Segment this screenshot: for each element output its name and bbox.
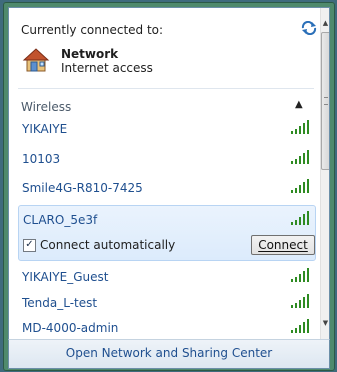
network-house-icon	[21, 45, 51, 75]
scrollbar-grip	[324, 97, 328, 105]
section-header-wireless: Wireless	[21, 100, 72, 114]
network-item-name: 10103	[22, 152, 61, 166]
network-item-name: YIKAIYE	[22, 122, 68, 136]
scrollbar-thumb[interactable]	[321, 32, 329, 170]
signal-strength-icon	[290, 178, 310, 197]
collapse-chevron-icon[interactable]: ▲	[295, 99, 303, 110]
signal-strength-icon	[290, 119, 310, 138]
open-network-sharing-center-link[interactable]: Open Network and Sharing Center	[8, 339, 330, 369]
network-item[interactable]: 10103	[18, 146, 314, 171]
divider	[18, 88, 314, 89]
signal-strength-icon	[290, 267, 310, 286]
scroll-up-arrow-icon[interactable]: ▲	[321, 16, 329, 30]
currently-connected-title: Currently connected to:	[21, 23, 164, 37]
signal-strength-icon	[290, 318, 310, 337]
connect-automatically-label: Connect automatically	[40, 238, 176, 252]
network-item[interactable]: Tenda_L-test	[18, 290, 314, 315]
signal-strength-icon	[290, 293, 310, 312]
vertical-scrollbar[interactable]: ▲ ▼	[320, 8, 329, 340]
signal-strength-icon	[290, 149, 310, 168]
network-item[interactable]: YIKAIYE	[18, 116, 314, 141]
selected-network-item[interactable]: CLARO_5e3f ✓ Connect automatically Conne…	[18, 205, 316, 261]
network-item[interactable]: MD-4000-admin	[18, 315, 314, 340]
network-item-name: MD-4000-admin	[22, 321, 119, 335]
refresh-icon[interactable]	[301, 20, 317, 36]
network-item-name: Tenda_L-test	[22, 296, 98, 310]
network-item-name: Smile4G-R810-7425	[22, 181, 143, 195]
network-item-name: YIKAIYE_Guest	[22, 270, 109, 284]
connected-network-name: Network	[61, 47, 119, 61]
signal-strength-icon	[290, 210, 310, 229]
connect-button[interactable]: Connect	[251, 235, 315, 255]
scroll-down-arrow-icon[interactable]: ▼	[321, 316, 329, 330]
network-flyout-panel: Currently connected to: Network Internet…	[8, 7, 330, 341]
network-item[interactable]: Smile4G-R810-7425	[18, 175, 314, 200]
network-item-name: CLARO_5e3f	[23, 213, 98, 227]
connected-network-status: Internet access	[61, 61, 153, 75]
network-item[interactable]: YIKAIYE_Guest	[18, 264, 314, 289]
connect-automatically-checkbox[interactable]: ✓	[23, 239, 36, 252]
